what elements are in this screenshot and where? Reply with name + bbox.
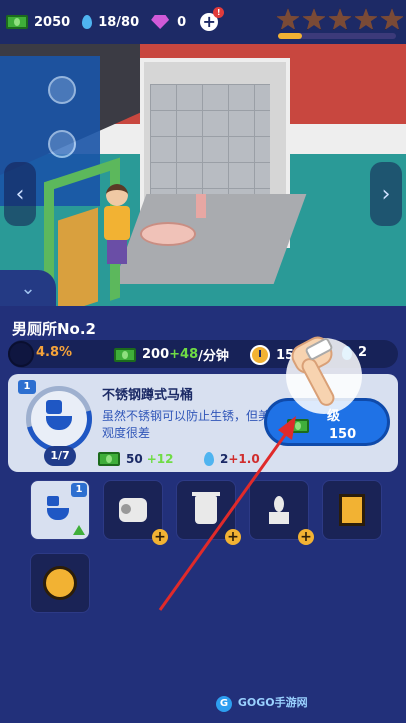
previous-room-button[interactable]: ‹	[4, 162, 36, 226]
satisfaction-stat: 4.8%	[36, 345, 72, 360]
cash-counter: 2050	[6, 15, 70, 30]
cash-icon	[114, 347, 136, 362]
slot-fan[interactable]	[30, 553, 90, 613]
watermark-logo: G	[216, 696, 232, 712]
water-value: 2	[358, 345, 368, 360]
water-drop-icon	[82, 15, 93, 29]
top-hud: 2050 18/80 0 + !	[0, 0, 406, 44]
toilet-icon	[47, 496, 73, 524]
water-value: 18/80	[98, 14, 140, 30]
water-pipe	[196, 194, 206, 218]
watermark-text: GOGO手游网	[237, 696, 308, 709]
level-indicator: 1/7	[44, 446, 76, 466]
upgrade-arrow-icon	[73, 525, 85, 535]
item-name: 不锈钢蹲式马桶	[102, 388, 194, 403]
clock-icon	[250, 345, 270, 365]
lock-icon	[48, 130, 76, 158]
cash-value: 2050	[34, 14, 71, 30]
item-count-badge: 1	[18, 380, 36, 394]
character-body	[104, 206, 130, 240]
slot-toilet[interactable]: 1	[30, 480, 90, 540]
rating-stars[interactable]	[276, 8, 406, 30]
chevron-right-icon: ›	[381, 181, 391, 207]
toilet-icon	[46, 400, 74, 436]
reward-cash-value: 50	[126, 452, 143, 466]
chevron-down-icon: ⌄	[20, 277, 36, 299]
slot-picture[interactable]	[322, 480, 382, 540]
collapse-panel-button[interactable]: ⌄	[0, 270, 56, 306]
customer-character	[100, 184, 134, 268]
cash-icon	[98, 452, 120, 466]
star-icon	[354, 8, 378, 30]
alert-badge: !	[213, 7, 225, 18]
satisfaction-value: 4.8%	[36, 345, 73, 360]
fan-icon	[43, 566, 77, 600]
star-progress-bar	[278, 33, 396, 39]
next-room-button[interactable]: ›	[370, 162, 402, 226]
upgrade-cost: 150	[329, 427, 357, 442]
picture-frame-icon	[339, 494, 365, 526]
pointing-hand-icon	[287, 332, 340, 410]
income-unit: /分钟	[198, 349, 229, 364]
water-counter: 18/80	[82, 15, 139, 30]
red-arrow-annotation	[158, 416, 296, 611]
star-icon	[328, 8, 352, 30]
character-head	[106, 184, 128, 206]
income-base: 200	[142, 347, 170, 362]
game-scene[interactable]: ‹ › ⌄	[0, 44, 406, 306]
stall-door	[58, 207, 98, 306]
star-icon	[380, 8, 404, 30]
slot-count-badge: 1	[71, 483, 87, 497]
star-progress-fill	[278, 33, 302, 39]
gem-counter: 0 + !	[151, 7, 225, 31]
lock-icon	[48, 76, 76, 104]
cash-icon	[6, 15, 28, 29]
gem-icon	[151, 15, 170, 29]
room-title: 男厕所No.2	[12, 320, 96, 338]
income-bonus: +48	[169, 347, 199, 362]
character-legs	[107, 240, 127, 264]
star-icon	[302, 8, 326, 30]
income-stat: 200 +48 /分钟	[114, 345, 229, 364]
toilet-paper-icon	[119, 498, 147, 522]
watermark: G GOGO手游网	[216, 694, 308, 712]
star-icon	[276, 8, 300, 30]
gem-value: 0	[177, 14, 187, 30]
add-gems-button[interactable]: + !	[200, 7, 225, 31]
squat-toilet[interactable]	[140, 222, 196, 246]
satisfaction-ring	[8, 341, 34, 367]
chevron-left-icon: ‹	[15, 181, 25, 207]
